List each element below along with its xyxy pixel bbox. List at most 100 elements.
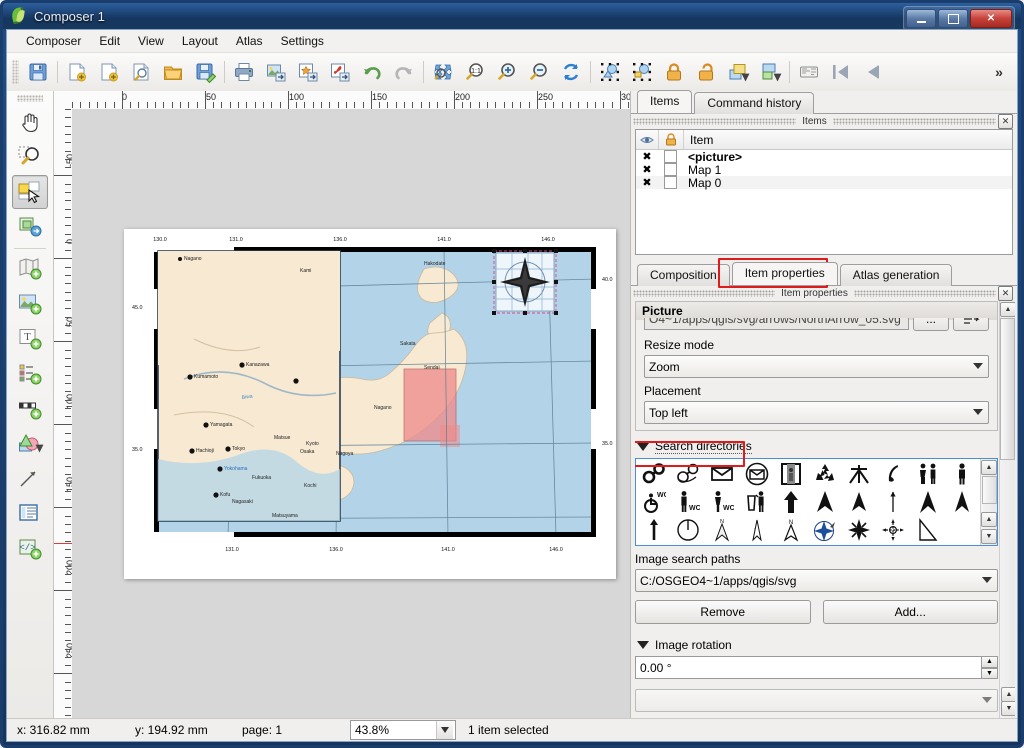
composition-page[interactable]: Nagano Kanazawa Kumamoto Yamagata Hachio… — [124, 229, 616, 579]
item-lock-checkbox[interactable] — [658, 163, 682, 176]
chevron-down-icon[interactable]: ▾ — [36, 439, 43, 456]
items-list[interactable]: Item ✖ <picture> ✖ Map 1 ✖ Map 0 — [635, 129, 1013, 255]
zoom-tool[interactable] — [12, 140, 48, 174]
export-image-icon[interactable] — [260, 56, 292, 88]
menu-composer[interactable]: Composer — [17, 31, 90, 51]
toolcol-grip[interactable] — [17, 95, 43, 102]
table-row[interactable]: ✖ Map 0 — [636, 176, 1012, 190]
spin-down-button[interactable]: ▼ — [981, 667, 998, 679]
compass-star-icon[interactable] — [842, 516, 876, 544]
next-option-row[interactable] — [635, 689, 998, 712]
arrow-up-solid-icon[interactable] — [774, 488, 808, 516]
zoom-full-icon[interactable] — [427, 56, 459, 88]
envelope-icon[interactable] — [705, 460, 739, 488]
scroll-up-button-2[interactable]: ▲ — [981, 512, 997, 527]
placement-combobox[interactable]: Top left — [644, 401, 989, 424]
lock-items-icon[interactable] — [658, 56, 690, 88]
export-pdf-icon[interactable] — [324, 56, 356, 88]
unlock-items-icon[interactable] — [690, 56, 722, 88]
add-map-tool[interactable] — [12, 252, 48, 286]
ungroup-items-icon[interactable] — [626, 56, 658, 88]
chevron-down-icon[interactable] — [436, 721, 453, 739]
pan-tool[interactable] — [12, 105, 48, 139]
close-button[interactable]: ✕ — [970, 9, 1012, 28]
atlas-first-feature-icon[interactable] — [825, 56, 857, 88]
item-properties-scrollarea[interactable]: Picture O4~1/apps/qgis/svg/arrows/NorthA… — [635, 301, 1015, 719]
print-icon[interactable] — [228, 56, 260, 88]
north-arrow-thin-icon[interactable] — [876, 488, 910, 516]
lower-items-icon[interactable]: ▾ — [754, 56, 786, 88]
export-svg-icon[interactable] — [292, 56, 324, 88]
page-canvas[interactable]: Nagano Kanazawa Kumamoto Yamagata Hachio… — [72, 109, 630, 719]
north-arrow-03-icon[interactable] — [911, 488, 945, 516]
svg-symbol-gallery[interactable]: WCWCWCNNN ▲ ▲ ▼ — [635, 458, 998, 546]
add-image-tool[interactable] — [12, 287, 48, 321]
search-directories-collapse[interactable]: Search directories — [637, 439, 998, 454]
telephone-icon[interactable] — [876, 460, 910, 488]
add-shape-tool[interactable]: ▾ — [12, 427, 48, 461]
map-item-rendering[interactable]: Nagano Kanazawa Kumamoto Yamagata Hachio… — [124, 229, 616, 579]
maximize-button[interactable] — [938, 9, 968, 28]
scroll-up-button-2[interactable]: ▲ — [1001, 687, 1015, 702]
data-defined-override-icon[interactable] — [953, 318, 989, 331]
woman-wc-icon[interactable]: WC — [705, 488, 739, 516]
scroll-up-button[interactable]: ▲ — [981, 460, 997, 475]
zoom-out-icon[interactable] — [523, 56, 555, 88]
menu-view[interactable]: View — [129, 31, 173, 51]
gallery-scrollbar[interactable]: ▲ ▲ ▼ — [980, 459, 997, 545]
person-icon[interactable] — [945, 460, 979, 488]
menu-settings[interactable]: Settings — [272, 31, 333, 51]
redo-icon[interactable] — [388, 56, 420, 88]
select-move-item-tool[interactable] — [12, 175, 48, 209]
toolbar-overflow-button[interactable]: » — [983, 56, 1015, 88]
scroll-thumb[interactable] — [981, 476, 997, 504]
handcuffs-outline-icon[interactable] — [671, 460, 705, 488]
save-project-icon[interactable] — [22, 56, 54, 88]
image-rotation-spinbox[interactable]: 0.00 ° ▲ ▼ — [635, 656, 998, 679]
image-search-paths-combobox[interactable]: C:/OSGEO4~1/apps/qgis/svg — [635, 569, 998, 592]
spin-up-button[interactable]: ▲ — [981, 656, 998, 668]
item-lock-checkbox[interactable] — [658, 150, 682, 163]
tab-command-history[interactable]: Command history — [694, 92, 815, 114]
envelope-circled-icon[interactable] — [740, 460, 774, 488]
item-visibility-toggle[interactable]: ✖ — [636, 150, 658, 163]
restroom-both-icon[interactable] — [911, 460, 945, 488]
compass-rose-blue-icon[interactable] — [808, 516, 842, 544]
recycle-icon[interactable] — [808, 460, 842, 488]
tab-composition[interactable]: Composition — [637, 264, 730, 286]
svg-symbol-grid[interactable]: WCWCWCNNN — [636, 459, 980, 545]
compass-n-outline-icon[interactable]: N — [705, 516, 739, 544]
remove-button[interactable]: Remove — [635, 600, 811, 624]
add-label-tool[interactable]: T — [12, 322, 48, 356]
minimize-button[interactable] — [906, 9, 936, 28]
tripod-icon[interactable] — [842, 460, 876, 488]
handcuffs-filled-icon[interactable] — [637, 460, 671, 488]
duplicate-composer-icon[interactable] — [93, 56, 125, 88]
refresh-view-icon[interactable] — [555, 56, 587, 88]
zoom-in-icon[interactable] — [491, 56, 523, 88]
scroll-down-button[interactable]: ▼ — [1001, 701, 1015, 716]
menu-edit[interactable]: Edit — [90, 31, 129, 51]
add-arrow-tool[interactable] — [12, 462, 48, 496]
move-item-content-tool[interactable] — [12, 210, 48, 244]
toolbar-grip[interactable] — [12, 60, 19, 84]
north-arrow-01-icon[interactable] — [808, 488, 842, 516]
raise-items-icon[interactable]: ▾ — [722, 56, 754, 88]
atlas-settings-icon[interactable] — [793, 56, 825, 88]
undo-icon[interactable] — [356, 56, 388, 88]
image-rotation-collapse[interactable]: Image rotation — [637, 638, 998, 652]
scroll-down-button[interactable]: ▼ — [981, 529, 997, 544]
item-visibility-toggle[interactable]: ✖ — [636, 163, 658, 176]
add-table-tool[interactable] — [12, 497, 48, 531]
tab-items[interactable]: Items — [637, 90, 693, 113]
item-properties-close-button[interactable]: ✕ — [998, 286, 1014, 301]
zoom-actual-icon[interactable]: 1:1 — [459, 56, 491, 88]
load-template-icon[interactable] — [157, 56, 189, 88]
north-arrow-04-icon[interactable] — [945, 488, 979, 516]
north-arrow-02-icon[interactable] — [842, 488, 876, 516]
properties-vertical-scrollbar[interactable]: ▲ ▲ ▼ — [999, 301, 1015, 719]
composer-manager-icon[interactable] — [125, 56, 157, 88]
arrow-slim-up-icon[interactable] — [637, 516, 671, 544]
menu-layout[interactable]: Layout — [173, 31, 227, 51]
item-visibility-toggle[interactable]: ✖ — [636, 176, 658, 189]
